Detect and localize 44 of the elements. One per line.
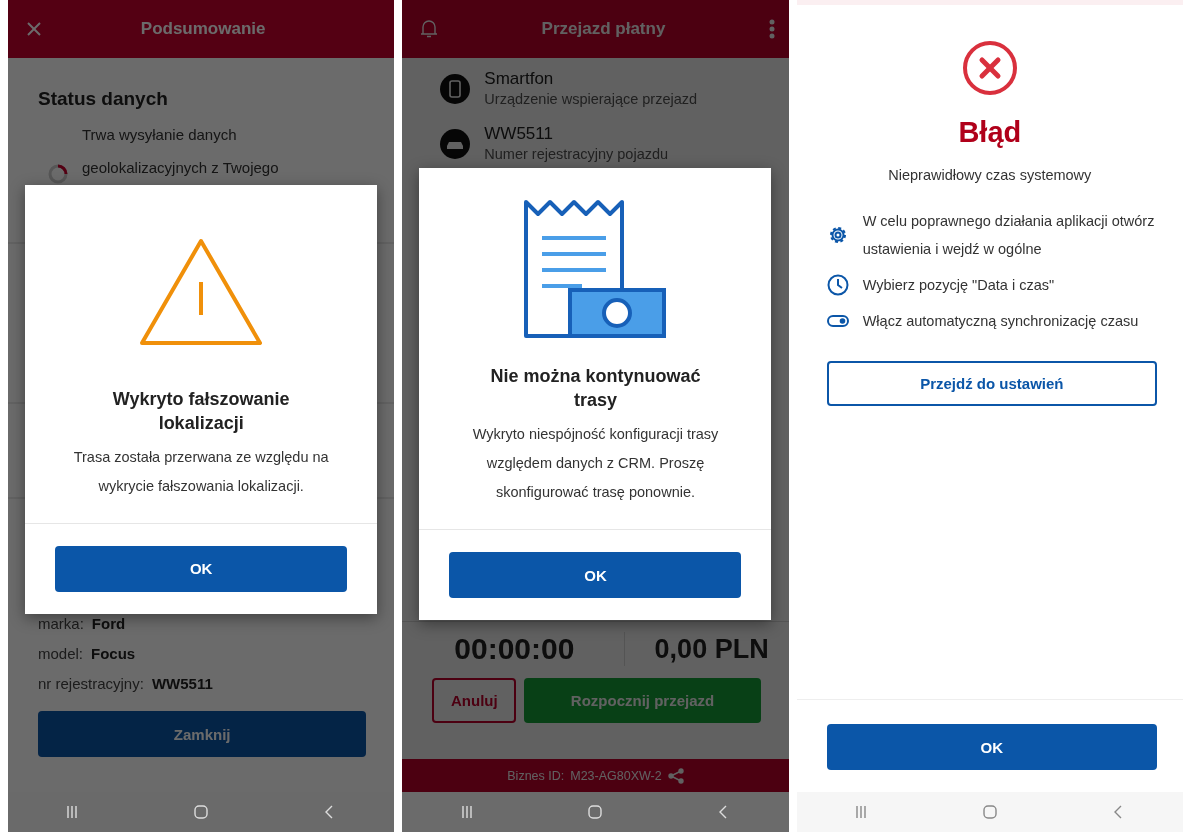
amount: 0,00 PLN xyxy=(653,633,769,665)
receipt-and-banknote-icon xyxy=(522,198,669,340)
info-subtitle: Numer rejestracyjny pojazdu xyxy=(484,145,669,164)
home-icon[interactable] xyxy=(587,804,604,820)
dialog-title: Nie można kontynuować trasy xyxy=(489,365,702,412)
error-icon xyxy=(961,40,1018,96)
detail-label: model: xyxy=(38,644,84,664)
clock-icon xyxy=(826,274,849,296)
business-id-value: M23-AG80XW-2 xyxy=(570,768,662,783)
dialog-title: Wykryto fałszowanie lokalizacji xyxy=(111,387,291,435)
detail-value: Ford xyxy=(91,614,126,634)
detail-label: marka: xyxy=(38,614,84,634)
share-icon[interactable] xyxy=(667,767,684,784)
error-title: Błąd xyxy=(958,116,1022,149)
detail-label: nr rejestracyjny: xyxy=(38,674,144,694)
settings-button[interactable]: Przejdź do ustawień xyxy=(826,361,1157,406)
dialog-message: Wykryto niespójność konfiguracji trasy względem danych z CRM. Proszę skonfigurować trasę ponownie. xyxy=(471,425,720,502)
section-title: Status danych xyxy=(37,87,169,111)
screen-title: Podsumowanie xyxy=(139,19,267,39)
instruction-text: W celu poprawnego działania aplikacji otwórz ustawienia i wejdź w ogólne xyxy=(862,212,1156,259)
screen-title: Przejazd płatny xyxy=(540,19,667,39)
smartphone-icon xyxy=(440,73,471,104)
more-icon[interactable] xyxy=(768,19,775,39)
ok-button[interactable]: OK xyxy=(449,552,742,598)
status-text: Trwa wysyłanie danych geolokalizacyjnych z Twojego xyxy=(82,125,280,178)
instruction-text: Wybierz pozycję "Data i czas" xyxy=(862,276,1055,295)
warning-icon xyxy=(138,236,265,347)
bell-icon[interactable] xyxy=(420,19,439,39)
spinner-icon xyxy=(48,164,68,184)
ok-button[interactable]: OK xyxy=(55,545,348,592)
ok-button[interactable]: OK xyxy=(826,724,1157,770)
business-id-label: Biznes ID: xyxy=(507,768,565,783)
info-title: Smartfon xyxy=(484,68,555,89)
home-icon[interactable] xyxy=(981,804,998,820)
timer: 00:00:00 xyxy=(454,632,625,666)
info-title: WW5511 xyxy=(484,123,554,144)
detail-value: WW5511 xyxy=(151,674,213,694)
dialog-message: Trasa została przerwana ze względu na wykrycie fałszowania lokalizacji. xyxy=(72,447,330,496)
close-icon[interactable] xyxy=(26,21,42,37)
detail-value: Focus xyxy=(91,644,136,664)
instruction-text: Włącz automatyczną synchronizację czasu xyxy=(862,312,1139,331)
home-icon[interactable] xyxy=(193,804,210,820)
info-subtitle: Urządzenie wspierające przejazd xyxy=(484,90,698,109)
error-subtitle: Nieprawidłowy czas systemowy xyxy=(888,167,1092,183)
